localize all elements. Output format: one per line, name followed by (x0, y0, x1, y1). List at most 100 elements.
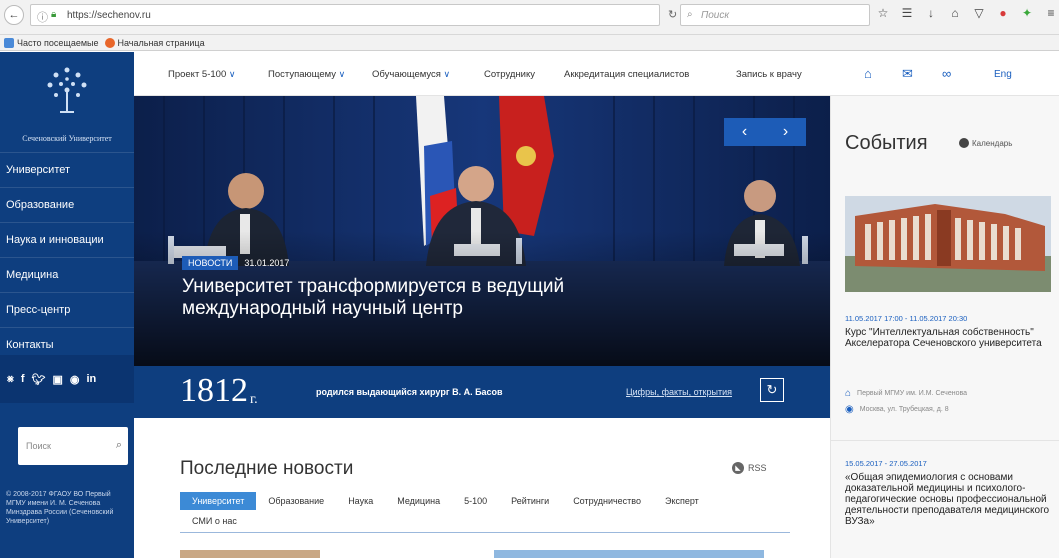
star-icon[interactable]: ☆ (876, 6, 890, 20)
slider-controls: ‹ › (724, 118, 806, 146)
facts-link[interactable]: Цифры, факты, открытия (626, 387, 732, 397)
instagram-icon[interactable]: ▣ (52, 373, 62, 386)
browser-search[interactable]: ⌕ Поиск (680, 4, 870, 26)
address-bar[interactable]: ⓘ 🔒︎ https://sechenov.ru (30, 4, 660, 26)
event-org-label: Первый МГМУ им. И.М. Сеченова (857, 390, 968, 397)
nav-label: Проект 5-100 (168, 69, 227, 80)
menu-icon[interactable]: ≡ (1044, 6, 1058, 20)
url-text: https://sechenov.ru (67, 10, 151, 21)
nav-project-5-100[interactable]: Проект 5-100 ∨ (168, 69, 235, 80)
linkedin-icon[interactable]: in (86, 373, 96, 385)
event-date: 15.05.2017 - 27.05.2017 (845, 459, 927, 468)
twitter-icon[interactable]: 🐦︎ (32, 373, 46, 386)
tab-media[interactable]: СМИ о нас (192, 516, 237, 526)
event-addr-label: Москва, ул. Трубецкая, д. 8 (859, 406, 949, 413)
bookmark-icon (4, 37, 14, 48)
hero-slider[interactable]: ‹ › НОВОСТИ 31.01.2017 Университет транс… (134, 96, 830, 366)
sidebar-item-medicine[interactable]: Медицина (0, 257, 134, 292)
nav-students[interactable]: Обучающемуся ∨ (372, 69, 450, 80)
pocket-icon[interactable]: ▽ (972, 6, 986, 20)
event-title[interactable]: «Общая эпидемиология с основами доказате… (845, 472, 1050, 527)
hero-title[interactable]: Университет трансформируется в ведущий м… (182, 276, 702, 320)
tab-ratings[interactable]: Рейтинги (499, 492, 561, 510)
vk-icon[interactable]: ⨳ (7, 373, 14, 386)
download-icon[interactable]: ↓ (924, 6, 938, 20)
location-pin-icon: ◉ (845, 404, 854, 415)
back-button[interactable]: ← (4, 5, 24, 25)
browser-toolbar: ← ⓘ 🔒︎ https://sechenov.ru ↻ ⌕ Поиск ☆ ☰… (0, 0, 1059, 35)
copyright-text: © 2008-2017 ФГАОУ ВО Первый МГМУ имени И… (6, 491, 114, 525)
tab-expert[interactable]: Эксперт (653, 492, 711, 510)
nav-staff[interactable]: Сотруднику (484, 69, 535, 80)
tab-education[interactable]: Образование (256, 492, 336, 510)
prev-slide-icon[interactable]: ‹ (742, 123, 747, 141)
hero-meta: НОВОСТИ 31.01.2017 (182, 256, 289, 270)
news-tabs: Университет Образование Наука Медицина 5… (180, 492, 790, 533)
top-navigation: Проект 5-100 ∨ Поступающему ∨ Обучающему… (134, 52, 834, 96)
nav-label: Обучающемуся (372, 69, 441, 80)
sidebar-item-education[interactable]: Образование (0, 187, 134, 222)
reading-list-icon[interactable]: ☰ (900, 6, 914, 20)
tab-cooperation[interactable]: Сотрудничество (561, 492, 653, 510)
site-search-placeholder: Поиск (26, 441, 51, 451)
chevron-down-icon: ∨ (228, 69, 236, 79)
nav-label: Поступающему (268, 69, 337, 80)
fact-text: родился выдающийся хирург В. А. Басов (316, 387, 503, 397)
search-icon[interactable]: ⌕ (116, 439, 122, 452)
event-location: ◉ Москва, ул. Трубецкая, д. 8 (845, 404, 949, 415)
toolbar-icons: ☆ ☰ ↓ ⌂ ▽ ● ✦ ≡ (876, 6, 1058, 20)
sidebar-item-press[interactable]: Пресс-центр (0, 292, 134, 327)
tab-medicine[interactable]: Медицина (385, 492, 452, 510)
site-search[interactable]: Поиск ⌕ (18, 427, 128, 465)
tab-science[interactable]: Наука (336, 492, 385, 510)
event-title[interactable]: Курс "Интеллектуальная собственность" Ак… (845, 327, 1050, 349)
bookmarks-bar: Часто посещаемые Начальная страница (0, 35, 1059, 51)
fact-year: 1812 (180, 372, 248, 409)
glasses-icon[interactable]: ∞ (942, 66, 951, 81)
news-badge[interactable]: НОВОСТИ (182, 256, 239, 270)
tab-university[interactable]: Университет (180, 492, 257, 510)
reload-icon[interactable]: ↻ (668, 8, 677, 21)
sidebar-item-science[interactable]: Наука и инновации (0, 222, 134, 257)
user-icon[interactable]: ⌂ (864, 66, 872, 81)
facebook-icon[interactable]: f (21, 373, 25, 385)
browser-search-placeholder: Поиск (701, 10, 730, 21)
tab-5-100[interactable]: 5-100 (452, 492, 499, 510)
event-image[interactable] (845, 196, 1051, 292)
bookmark-label: Часто посещаемые (17, 37, 99, 48)
adblock-icon[interactable]: ● (996, 6, 1010, 20)
event-date: 11.05.2017 17:00 - 11.05.2017 20:30 (845, 314, 968, 323)
utility-bar: ⌂ ✉ ∞ Eng (834, 52, 1059, 96)
info-icon[interactable]: ⓘ (37, 9, 48, 25)
nav-doctor-appointment[interactable]: Запись к врачу (736, 69, 802, 80)
language-switch[interactable]: Eng (994, 69, 1012, 80)
chevron-down-icon: ∨ (338, 69, 346, 79)
nav-applicants[interactable]: Поступающему ∨ (268, 69, 345, 80)
logo-text[interactable]: Сеченовский Университет (0, 134, 134, 143)
social-links: ⨳ f 🐦︎ ▣ ◉ in (0, 355, 134, 403)
search-icon: ⌕ (687, 9, 693, 20)
home-icon[interactable]: ⌂ (948, 6, 962, 20)
nav-accreditation[interactable]: Аккредитация специалистов (564, 69, 689, 80)
refresh-icon[interactable]: ↻ (760, 378, 784, 402)
next-slide-icon[interactable]: › (783, 123, 788, 141)
firefox-icon (104, 37, 115, 48)
bookmark-item[interactable]: Начальная страница (104, 37, 205, 48)
rss-link[interactable]: ◣ RSS (732, 462, 767, 474)
events-title: События (845, 132, 928, 154)
flickr-icon[interactable]: ◉ (70, 373, 80, 386)
news-thumbnail[interactable] (180, 550, 320, 558)
event-organizer: ⌂ Первый МГМУ им. И.М. Сеченова (845, 388, 967, 399)
calendar-link[interactable]: Календарь (959, 138, 1012, 148)
news-thumbnail[interactable] (494, 550, 764, 558)
sidebar: Сеченовский Университет Университет Обра… (0, 52, 134, 558)
site: Сеченовский Университет Университет Обра… (0, 52, 1059, 558)
mail-icon[interactable]: ✉ (902, 66, 913, 82)
news-date: 31.01.2017 (244, 258, 290, 268)
sidebar-item-university[interactable]: Университет (0, 152, 134, 187)
extension-icon[interactable]: ✦ (1020, 6, 1034, 20)
bookmark-item[interactable]: Часто посещаемые (4, 37, 99, 48)
sidebar-menu: Университет Образование Наука и инноваци… (0, 152, 134, 362)
bookmark-label: Начальная страница (117, 37, 205, 48)
logo-icon[interactable] (34, 62, 100, 120)
